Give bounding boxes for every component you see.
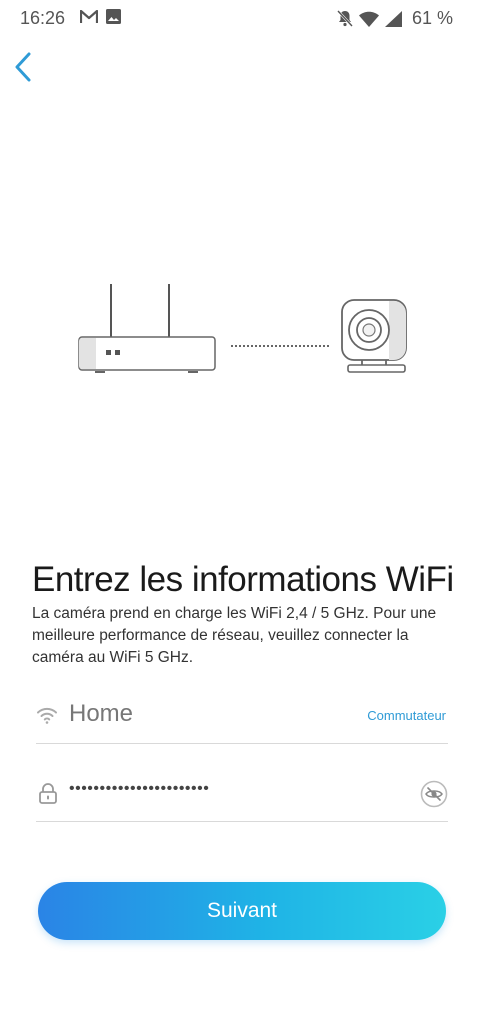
router-icon xyxy=(79,284,215,372)
password-field: ••••••••••••••••••••••• xyxy=(36,770,448,822)
mute-icon xyxy=(337,10,353,27)
image-icon xyxy=(106,9,121,24)
eye-off-icon[interactable] xyxy=(420,780,448,808)
wifi-icon xyxy=(36,704,58,726)
ssid-value[interactable]: Home xyxy=(69,700,133,728)
status-bar: 16:26 61 % xyxy=(0,0,485,38)
password-input[interactable]: ••••••••••••••••••••••• xyxy=(69,780,209,798)
lock-icon xyxy=(38,782,58,804)
wifi-signal-icon xyxy=(359,11,379,27)
status-time: 16:26 xyxy=(20,8,65,29)
chevron-left-icon xyxy=(13,51,33,83)
back-button[interactable] xyxy=(6,50,40,84)
gmail-icon xyxy=(80,10,98,24)
ssid-field: Home Commutateur xyxy=(36,690,448,744)
battery-level: 61 % xyxy=(412,8,453,29)
status-system-icons: 61 % xyxy=(337,8,453,29)
page-title: Entrez les informations WiFi xyxy=(32,560,454,600)
status-notification-icons xyxy=(80,9,121,24)
cell-signal-icon xyxy=(385,11,402,27)
connection-illustration xyxy=(0,270,485,390)
switch-network-link[interactable]: Commutateur xyxy=(367,708,446,723)
camera-icon xyxy=(342,300,406,372)
next-button[interactable]: Suivant xyxy=(38,882,446,940)
page-description: La caméra prend en charge les WiFi 2,4 /… xyxy=(32,603,462,669)
